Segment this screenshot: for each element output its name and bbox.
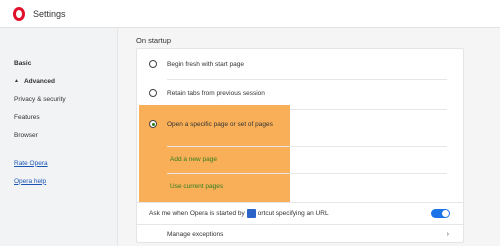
top-bar: Settings: [0, 0, 500, 28]
divider: [167, 173, 447, 174]
app-title: Settings: [33, 8, 66, 19]
option-specific-pages[interactable]: Open a specific page or set of pages: [137, 113, 463, 135]
sidebar-item-label: Advanced: [23, 77, 56, 85]
use-current-pages-button[interactable]: Use current pages: [137, 176, 463, 196]
caret-up-icon: ▲: [14, 78, 19, 84]
ask-text-suffix: ortcut specifying an URL: [257, 209, 329, 217]
option-begin-fresh[interactable]: Begin fresh with start page: [137, 53, 463, 75]
link-label: Rate Opera: [14, 159, 48, 167]
sidebar-item-label: Features: [14, 113, 40, 121]
sidebar-item-advanced[interactable]: ▲ Advanced: [0, 72, 117, 90]
radio-button[interactable]: [149, 89, 157, 97]
sidebar-item-features[interactable]: Features: [0, 108, 117, 126]
manage-exceptions-row[interactable]: Manage exceptions ›: [137, 225, 463, 243]
sidebar: Basic ▲ Advanced Privacy & security Feat…: [0, 28, 118, 246]
option-label: Begin fresh with start page: [167, 60, 244, 68]
chevron-right-icon: ›: [446, 230, 449, 238]
ask-toggle[interactable]: [431, 208, 450, 218]
option-label: Open a specific page or set of pages: [167, 120, 273, 128]
radio-button[interactable]: [149, 60, 157, 68]
sidebar-item-label: Basic: [14, 59, 32, 67]
opera-logo-icon: [13, 6, 25, 21]
add-new-page-button[interactable]: Add a new page: [137, 149, 463, 169]
use-current-label: Use current pages: [170, 182, 224, 190]
window-icon: [246, 208, 256, 218]
ask-me-setting: Ask me when Opera is started by ortcut s…: [137, 203, 463, 223]
option-label: Retain tabs from previous session: [167, 89, 265, 97]
radio-button-selected[interactable]: [149, 120, 157, 128]
add-page-label: Add a new page: [170, 155, 217, 163]
toggle-knob: [442, 209, 449, 217]
divider: [167, 146, 447, 147]
main-content: On startup Begin fresh with start page R…: [118, 28, 500, 246]
sidebar-item-browser[interactable]: Browser: [0, 126, 117, 144]
option-retain-tabs[interactable]: Retain tabs from previous session: [137, 82, 463, 104]
section-title: On startup: [136, 36, 172, 45]
ask-text-prefix: Ask me when Opera is started by: [149, 209, 245, 217]
sidebar-item-basic[interactable]: Basic: [0, 54, 117, 72]
sidebar-item-privacy[interactable]: Privacy & security: [0, 90, 117, 108]
manage-exceptions-label: Manage exceptions: [167, 230, 224, 238]
link-label: Opera help: [14, 177, 47, 185]
sidebar-item-label: Browser: [14, 131, 38, 139]
divider: [167, 79, 447, 80]
startup-card: Begin fresh with start page Retain tabs …: [136, 48, 464, 243]
opera-help-link[interactable]: Opera help: [0, 172, 117, 190]
rate-opera-link[interactable]: Rate Opera: [0, 154, 117, 172]
sidebar-item-label: Privacy & security: [14, 95, 66, 103]
